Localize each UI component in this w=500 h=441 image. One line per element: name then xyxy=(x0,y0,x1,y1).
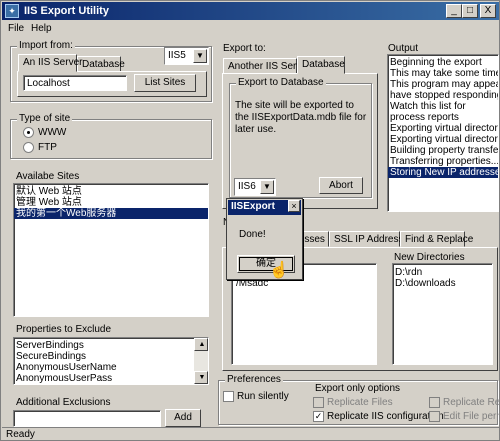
output-list[interactable]: Beginning the export This may take some … xyxy=(387,54,499,212)
output-label: Output xyxy=(388,43,419,54)
tab-import-database[interactable]: Database xyxy=(77,56,125,72)
tab-another-iis-server[interactable]: Another IIS Server xyxy=(223,58,310,74)
additional-exclusions-input[interactable] xyxy=(13,410,161,427)
type-of-site-label: Type of site xyxy=(17,113,73,124)
replicate-reference-label: Replicate Refe xyxy=(443,397,500,408)
export-to-label: Export to: xyxy=(223,43,266,54)
list-item: This program may appear to xyxy=(390,79,498,90)
new-directories-label: New Directories xyxy=(394,252,465,263)
list-item: Exporting virtual directory /Ro xyxy=(390,134,499,145)
type-of-site-group: Type of site xyxy=(10,113,212,159)
tab-ssl-ip-addresses[interactable]: SSL IP Addresses xyxy=(329,231,414,247)
list-sites-button[interactable]: List Sites xyxy=(134,74,196,92)
list-item: Exporting virtual directory /Ro xyxy=(390,123,499,134)
status-bar: Ready xyxy=(2,427,499,440)
edit-file-perms-checkbox[interactable] xyxy=(429,411,440,422)
list-item[interactable]: ServerBindings xyxy=(14,340,208,351)
add-button[interactable]: Add xyxy=(165,409,201,427)
app-icon: ✦ xyxy=(5,4,19,18)
status-text: Ready xyxy=(6,429,35,440)
list-item: This may take some time xyxy=(390,68,499,79)
import-version-select[interactable]: IIS5 ▼ xyxy=(164,47,209,65)
properties-scrollbar[interactable]: ▲ ▼ xyxy=(194,338,208,384)
replicate-files-checkbox[interactable] xyxy=(313,397,324,408)
server-input[interactable]: Localhost xyxy=(23,75,127,91)
list-item[interactable]: SecureBindings xyxy=(14,351,208,362)
ftp-label: FTP xyxy=(38,142,57,153)
close-button[interactable]: X xyxy=(480,4,496,18)
list-item[interactable]: 默认 Web 站点 xyxy=(14,186,208,197)
done-dialog: IISExport × Done! 确定 ☝ xyxy=(226,198,303,280)
properties-to-exclude-label: Properties to Exclude xyxy=(16,324,112,335)
available-sites-list[interactable]: 默认 Web 站点 管理 Web 站点 我的第一个Web服务器 xyxy=(13,183,209,317)
list-item: have stopped responding xyxy=(390,90,499,101)
edit-file-perms-label: Edit File perms xyxy=(443,411,499,422)
replicate-iis-checkbox[interactable]: ✓ xyxy=(313,411,324,422)
export-only-label: Export only options xyxy=(315,383,401,394)
export-version-select[interactable]: IIS6 ▼ xyxy=(234,178,276,196)
scroll-up-icon[interactable]: ▲ xyxy=(194,338,208,351)
export-to-database-label: Export to Database xyxy=(236,77,326,88)
list-item[interactable]: D:\downloads xyxy=(393,278,492,289)
tab-find-replace[interactable]: Find & Replace xyxy=(400,231,473,247)
menu-bar: File Help xyxy=(2,21,499,37)
dialog-message: Done! xyxy=(239,229,266,240)
export-version-value: IIS6 xyxy=(238,181,256,192)
list-item[interactable]: D:\rdn xyxy=(393,267,492,278)
replicate-iis-label: Replicate IIS configuration xyxy=(327,411,444,422)
main-window: ✦ IIS Export Utility _ □ X File Help Imp… xyxy=(0,0,500,441)
additional-exclusions-label: Additional Exclusions xyxy=(16,397,111,408)
run-silently-checkbox[interactable] xyxy=(223,391,234,402)
www-radio[interactable] xyxy=(23,127,34,138)
list-item[interactable]: AnonymousUserPass xyxy=(14,373,208,384)
maximize-button[interactable]: □ xyxy=(462,4,478,18)
tab-an-iis-server[interactable]: An IIS Server xyxy=(18,54,82,72)
list-item: Beginning the export xyxy=(390,57,482,68)
list-item[interactable]: 管理 Web 站点 xyxy=(14,197,208,208)
list-item-selected[interactable]: 我的第一个Web服务器 xyxy=(14,208,208,219)
window-title: IIS Export Utility xyxy=(24,5,109,17)
chevron-down-icon[interactable]: ▼ xyxy=(193,49,207,63)
run-silently-label: Run silently xyxy=(237,391,289,402)
dialog-close-icon[interactable]: × xyxy=(288,200,300,212)
dialog-title: IISExport xyxy=(231,201,275,212)
new-directories-list[interactable]: D:\rdn D:\downloads xyxy=(392,263,493,365)
properties-to-exclude-list[interactable]: ServerBindings SecureBindings AnonymousU… xyxy=(13,337,209,385)
abort-button[interactable]: Abort xyxy=(319,177,363,194)
scroll-down-icon[interactable]: ▼ xyxy=(194,371,208,384)
menu-help[interactable]: Help xyxy=(31,23,52,34)
export-message: The site will be exported to the IISExpo… xyxy=(235,100,367,135)
available-sites-label: Availabe Sites xyxy=(16,171,80,182)
replicate-files-label: Replicate Files xyxy=(327,397,393,408)
import-from-label: Import from: xyxy=(17,40,75,51)
server-input-value: Localhost xyxy=(27,78,70,89)
list-item: process reports xyxy=(390,112,459,123)
www-label: WWW xyxy=(38,127,67,138)
list-item: Building property transfer list xyxy=(390,145,499,156)
chevron-down-icon[interactable]: ▼ xyxy=(260,180,274,194)
list-item: Watch this list for xyxy=(390,101,466,112)
tab-export-database[interactable]: Database xyxy=(297,56,345,74)
list-item[interactable]: AnonymousUserName xyxy=(14,362,208,373)
minimize-button[interactable]: _ xyxy=(446,4,462,18)
import-version-value: IIS5 xyxy=(168,50,186,61)
replicate-reference-checkbox[interactable] xyxy=(429,397,440,408)
mouse-cursor-icon: ☝ xyxy=(269,262,289,279)
menu-file[interactable]: File xyxy=(8,23,24,34)
list-item-selected: Storing New IP addresses xyxy=(388,167,499,178)
ftp-radio[interactable] xyxy=(23,142,34,153)
title-bar: ✦ IIS Export Utility _ □ X xyxy=(2,2,499,20)
list-item: Transferring properties... xyxy=(390,156,499,167)
preferences-label: Preferences xyxy=(225,374,283,385)
